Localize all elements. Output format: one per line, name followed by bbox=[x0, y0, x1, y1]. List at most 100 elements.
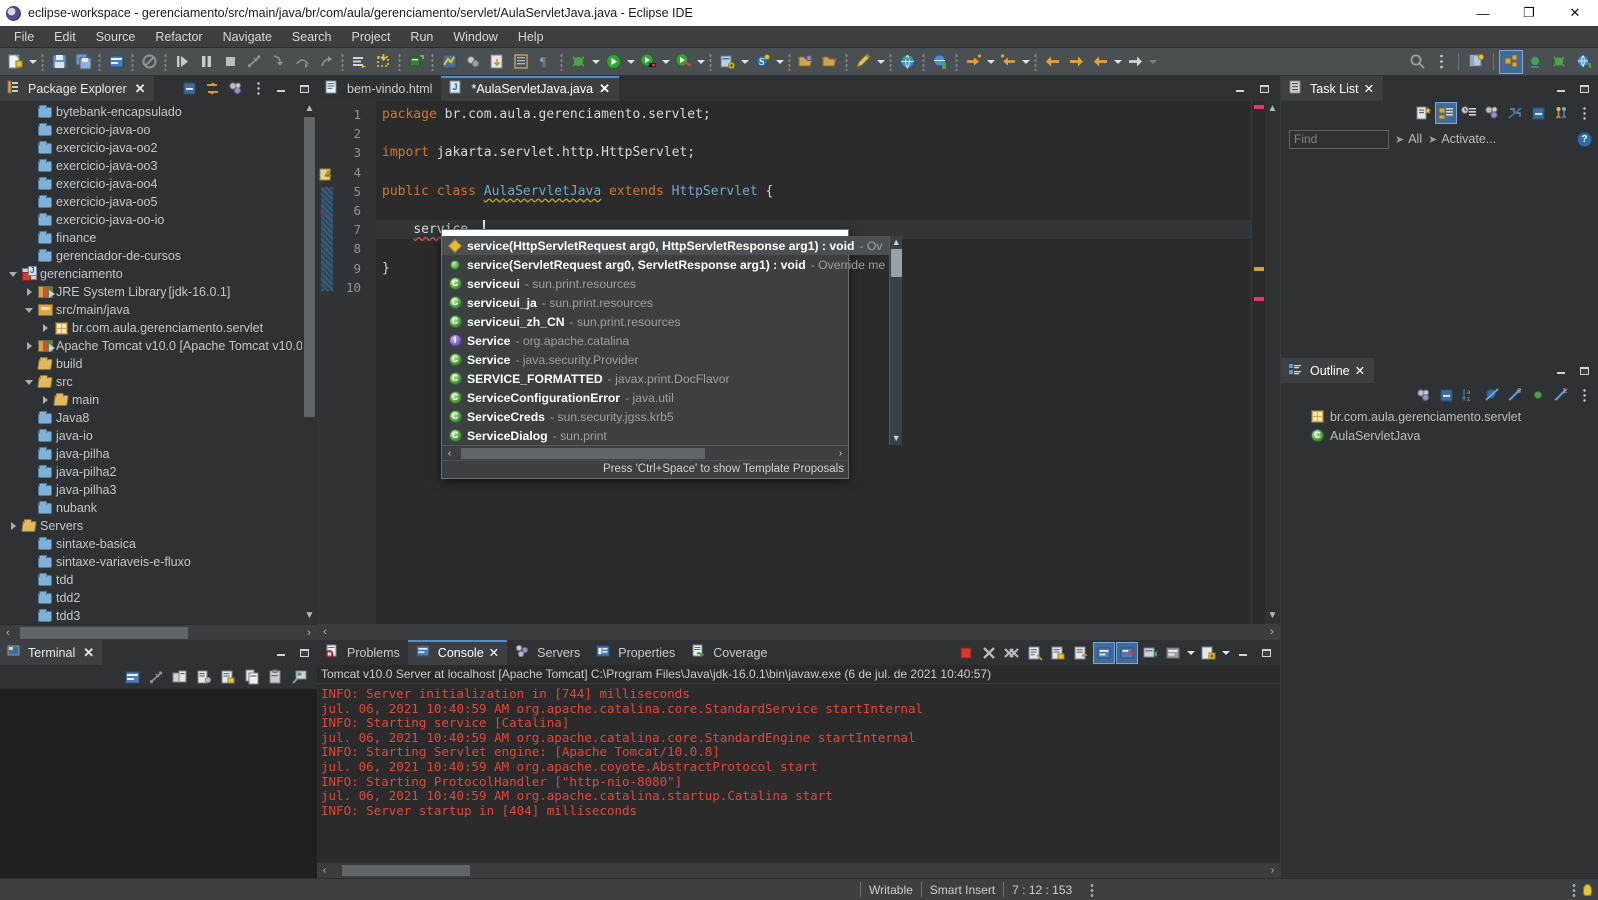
hide-static-icon[interactable]: S bbox=[1504, 384, 1526, 406]
minimize-button[interactable]: — bbox=[1460, 0, 1506, 26]
next-annotation-dropdown-arrow[interactable] bbox=[985, 50, 996, 74]
perspective-debug-icon[interactable] bbox=[1547, 50, 1571, 74]
forward-dropdown-arrow[interactable] bbox=[1147, 50, 1158, 74]
chevron-right-icon[interactable] bbox=[22, 342, 36, 350]
content-assist-proposal[interactable]: C ServiceCreds - sun.security.jgss.krb5 bbox=[442, 407, 889, 426]
tree-item[interactable]: exercicio-java-oo5 bbox=[0, 193, 302, 211]
overview-warning-mark[interactable] bbox=[1254, 267, 1264, 271]
code-line[interactable] bbox=[382, 124, 1251, 143]
menu-item-edit[interactable]: Edit bbox=[44, 26, 86, 48]
content-assist-proposal[interactable]: service(HttpServletRequest arg0, HttpSer… bbox=[442, 236, 890, 255]
menu-item-search[interactable]: Search bbox=[282, 26, 342, 48]
link-with-editor-icon[interactable] bbox=[201, 78, 223, 100]
toggle-terminal-icon[interactable] bbox=[145, 666, 167, 688]
console-open-icon[interactable] bbox=[104, 50, 128, 74]
next-edit-location-icon[interactable] bbox=[1064, 50, 1088, 74]
categorized-presentation-icon[interactable] bbox=[1435, 102, 1457, 124]
minimize-view-icon[interactable] bbox=[270, 642, 292, 664]
filter-activate[interactable]: ➤ Activate... bbox=[1428, 132, 1496, 146]
tree-item[interactable]: java-io bbox=[0, 427, 302, 445]
maximize-view-icon[interactable] bbox=[293, 78, 315, 100]
tree-item[interactable]: gerenciador-de-cursos bbox=[0, 247, 302, 265]
tree-item[interactable]: Servers bbox=[0, 517, 302, 535]
clear-console-icon[interactable] bbox=[1024, 642, 1046, 664]
tree-item[interactable]: src bbox=[0, 373, 302, 391]
export-icon[interactable] bbox=[485, 50, 509, 74]
new-wizard-icon[interactable] bbox=[3, 50, 27, 74]
terminate-console-icon[interactable] bbox=[955, 642, 977, 664]
collapse-all-icon[interactable] bbox=[178, 78, 200, 100]
chevron-down-icon[interactable] bbox=[6, 272, 20, 277]
toolbar-overflow-icon[interactable] bbox=[1429, 50, 1453, 74]
scroll-up-icon[interactable]: ▲ bbox=[305, 101, 315, 117]
outline-item[interactable]: C AulaServletJava bbox=[1281, 426, 1598, 445]
run-dropdown-arrow[interactable] bbox=[625, 50, 636, 74]
new-task-icon[interactable] bbox=[1412, 102, 1434, 124]
new-class-dropdown-arrow[interactable] bbox=[739, 50, 750, 74]
open-console-icon[interactable] bbox=[1197, 642, 1219, 664]
open-resource-icon[interactable] bbox=[818, 50, 842, 74]
code-line[interactable]: package br.com.aula.gerenciamento.servle… bbox=[382, 105, 1251, 124]
console-tab-coverage[interactable]: Coverage bbox=[683, 640, 775, 665]
content-assist-proposal[interactable]: C Service - java.security.Provider bbox=[442, 350, 889, 369]
scroll-lock-icon[interactable] bbox=[1047, 642, 1069, 664]
editor-horizontal-scrollbar[interactable]: ‹ › bbox=[317, 624, 1280, 640]
run-coverage-icon[interactable] bbox=[671, 50, 695, 74]
view-menu-icon[interactable] bbox=[247, 78, 269, 100]
copy-icon[interactable] bbox=[241, 666, 263, 688]
tree-item[interactable]: tdd2 bbox=[0, 589, 302, 607]
new-class-icon[interactable] bbox=[715, 50, 739, 74]
word-wrap-icon[interactable] bbox=[1070, 642, 1092, 664]
tree-item[interactable]: br.com.aula.gerenciamento.servlet bbox=[0, 319, 302, 337]
content-assist-proposal[interactable]: service(ServletRequest arg0, ServletResp… bbox=[442, 255, 889, 274]
minimize-view-icon[interactable] bbox=[1550, 360, 1572, 382]
collapse-all-icon[interactable] bbox=[1527, 102, 1549, 124]
editor-tab-aulaservletjava-java[interactable]: J *AulaServletJava.java ✕ bbox=[441, 76, 619, 101]
tree-item[interactable]: java-pilha2 bbox=[0, 463, 302, 481]
tree-item[interactable]: exercicio-java-oo bbox=[0, 121, 302, 139]
tree-item[interactable]: main bbox=[0, 391, 302, 409]
project-tree[interactable]: bytebank-encapsulado exercicio-java-oo exe… bbox=[0, 101, 302, 624]
maximize-editor-icon[interactable] bbox=[1253, 78, 1275, 100]
filter-all[interactable]: ➤ All bbox=[1395, 132, 1422, 146]
save-all-icon[interactable] bbox=[71, 50, 95, 74]
view-menu-filters-icon[interactable] bbox=[224, 78, 246, 100]
code-line[interactable]: public class AulaServletJava extends Htt… bbox=[382, 182, 1251, 201]
restore-task-icon[interactable] bbox=[1550, 102, 1572, 124]
new-java-project-icon[interactable] bbox=[404, 50, 428, 74]
content-assist-proposal[interactable]: I Service - org.apache.catalina bbox=[442, 331, 889, 350]
run-external-dropdown-arrow[interactable] bbox=[660, 50, 671, 74]
menu-item-file[interactable]: File bbox=[4, 26, 44, 48]
console-tab-servers[interactable]: Servers bbox=[507, 640, 588, 665]
new-terminal-view-icon[interactable] bbox=[169, 666, 191, 688]
close-icon[interactable]: ✕ bbox=[83, 645, 94, 661]
tree-item[interactable]: tdd bbox=[0, 571, 302, 589]
overview-error-mark[interactable] bbox=[1254, 105, 1264, 109]
scroll-down-icon[interactable]: ▼ bbox=[892, 432, 901, 445]
focus-on-workweek-icon[interactable] bbox=[1481, 102, 1503, 124]
console-output[interactable]: INFO: Server initialization in [744] mil… bbox=[317, 684, 1280, 863]
pin-console-icon[interactable] bbox=[1139, 642, 1161, 664]
console-tab-problems[interactable]: Problems bbox=[317, 640, 408, 665]
tree-item[interactable]: nubank bbox=[0, 499, 302, 517]
scheduled-presentation-icon[interactable] bbox=[1458, 102, 1480, 124]
code-line[interactable] bbox=[382, 163, 1251, 182]
tree-item[interactable]: java-pilha bbox=[0, 445, 302, 463]
new-java-package-icon[interactable] bbox=[371, 50, 395, 74]
content-assist-popup[interactable]: service(HttpServletRequest arg0, HttpSer… bbox=[441, 229, 903, 479]
perspective-java-browsing-icon[interactable] bbox=[1571, 50, 1595, 74]
scroll-up-icon[interactable]: ▲ bbox=[1268, 101, 1278, 117]
remove-launch-icon[interactable] bbox=[978, 642, 1000, 664]
outline-item[interactable]: br.com.aula.gerenciamento.servlet bbox=[1281, 407, 1598, 426]
tree-item[interactable]: bytebank-encapsulado bbox=[0, 103, 302, 121]
disconnect-icon[interactable] bbox=[242, 50, 266, 74]
back-dropdown-arrow[interactable] bbox=[1112, 50, 1123, 74]
outline-tree[interactable]: br.com.aula.gerenciamento.servlet C AulaSe… bbox=[1281, 407, 1598, 878]
step-into-icon[interactable] bbox=[266, 50, 290, 74]
status-right-overflow-icon[interactable] bbox=[1572, 882, 1576, 897]
chevron-right-icon[interactable] bbox=[38, 396, 52, 404]
scroll-right-icon[interactable]: › bbox=[301, 625, 317, 641]
focus-on-active-task-icon[interactable] bbox=[1412, 384, 1434, 406]
tree-item[interactable]: build bbox=[0, 355, 302, 373]
tree-item[interactable]: Apache Tomcat v10.0 [Apache Tomcat v10.0… bbox=[0, 337, 302, 355]
